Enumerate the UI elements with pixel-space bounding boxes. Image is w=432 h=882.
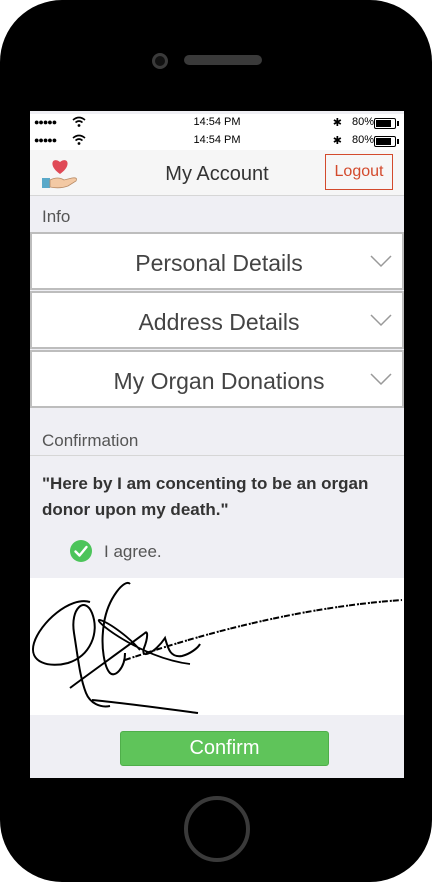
status-bar-inner: ●●●●● 14:54 PM ✱ 80% bbox=[30, 132, 404, 150]
accordion-personal-details[interactable]: Personal Details bbox=[30, 232, 404, 290]
logout-button[interactable]: Logout bbox=[325, 154, 393, 190]
chevron-down-icon bbox=[370, 255, 392, 268]
agree-label: I agree. bbox=[104, 542, 162, 561]
bluetooth-icon: ✱ bbox=[332, 117, 342, 129]
divider bbox=[30, 455, 404, 456]
status-time: 14:54 PM bbox=[193, 134, 241, 146]
nav-bar: My Account Logout bbox=[30, 150, 404, 196]
chevron-down-icon bbox=[370, 314, 392, 327]
phone-frame: ●●●●● 14:54 PM ✱ 80% ●●●●● 14:54 PM ✱ 80… bbox=[0, 0, 432, 882]
status-time: 14:54 PM bbox=[193, 116, 241, 128]
accordion-label: My Organ Donations bbox=[113, 368, 325, 394]
accordion-label: Personal Details bbox=[135, 250, 303, 276]
battery-icon bbox=[374, 136, 399, 147]
battery-percent: 80% bbox=[351, 134, 374, 146]
speaker bbox=[184, 55, 262, 65]
signature-pad[interactable] bbox=[30, 578, 404, 715]
battery-percent: 80% bbox=[351, 116, 374, 128]
section-header-info: Info bbox=[42, 207, 71, 226]
accordion-label: Address Details bbox=[138, 309, 300, 335]
screen: ●●●●● 14:54 PM ✱ 80% ●●●●● 14:54 PM ✱ 80… bbox=[30, 111, 404, 778]
status-bar-outer: ●●●●● 14:54 PM ✱ 80% bbox=[30, 114, 404, 132]
accordion-address-details[interactable]: Address Details bbox=[30, 291, 404, 349]
consent-statement: "Here by I am concenting to be an organ … bbox=[42, 474, 369, 519]
camera bbox=[152, 53, 168, 69]
battery-icon bbox=[374, 118, 399, 129]
signature-drawing bbox=[32, 581, 403, 714]
accordion-my-organ-donations[interactable]: My Organ Donations bbox=[30, 350, 404, 408]
section-header-confirmation: Confirmation bbox=[42, 431, 139, 450]
chevron-down-icon bbox=[370, 373, 392, 386]
bluetooth-icon: ✱ bbox=[332, 135, 342, 147]
confirm-button[interactable]: Confirm bbox=[120, 731, 329, 766]
home-button[interactable] bbox=[184, 796, 250, 862]
check-circle-icon[interactable] bbox=[70, 540, 92, 562]
